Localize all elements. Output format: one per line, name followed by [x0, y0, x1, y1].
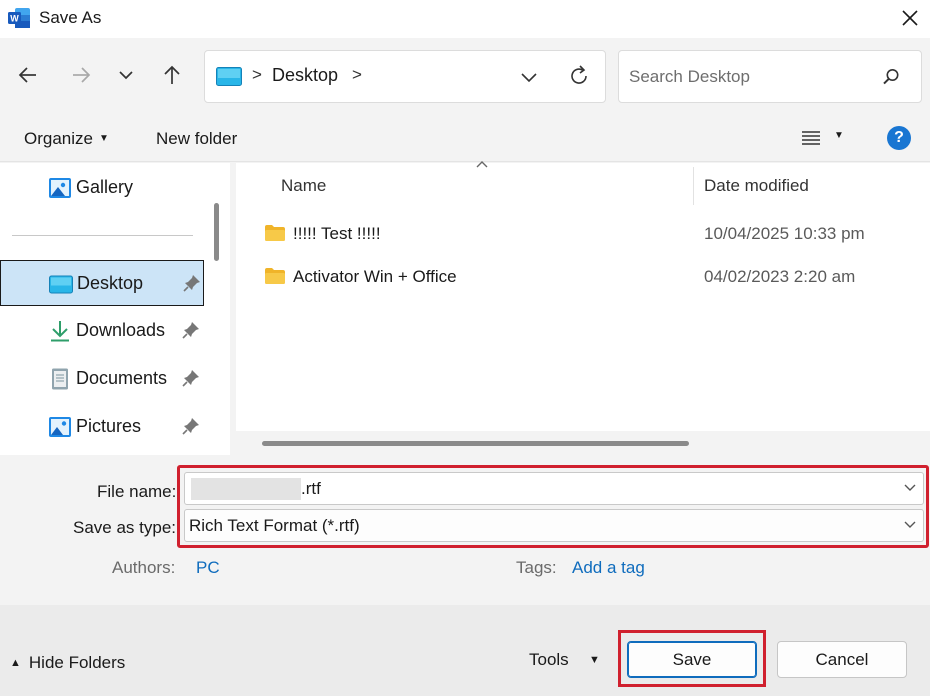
chevron-down-icon[interactable] — [903, 520, 917, 530]
sidebar-item-label: Pictures — [76, 416, 142, 436]
caret-up-icon: ▲ — [10, 657, 21, 669]
refresh-icon[interactable] — [567, 63, 591, 89]
authors-label: Authors: — [112, 558, 176, 577]
address-bar[interactable]: > Desktop > — [204, 50, 606, 103]
breadcrumb-desktop[interactable]: Desktop — [272, 65, 338, 86]
sidebar-divider — [12, 235, 193, 236]
search-input[interactable] — [629, 63, 879, 91]
navigation-bar: > Desktop > — [0, 38, 930, 114]
sidebar-item-desktop[interactable]: Desktop — [0, 260, 204, 306]
desktop-icon — [216, 67, 242, 86]
tools-button[interactable]: Tools — [529, 650, 569, 670]
cancel-button[interactable]: Cancel — [777, 641, 907, 678]
download-icon — [51, 321, 69, 342]
pin-icon[interactable] — [182, 321, 200, 339]
sidebar-item-label: Desktop — [77, 273, 144, 293]
tools-caret-icon[interactable]: ▼ — [589, 654, 600, 666]
documents-icon — [52, 368, 68, 390]
file-name: !!!!! Test !!!!! — [293, 224, 381, 243]
pin-icon[interactable] — [182, 369, 200, 387]
chevron-down-icon — [119, 71, 133, 80]
organize-label: Organize — [24, 129, 93, 148]
horizontal-scrollbar[interactable] — [236, 431, 930, 455]
sidebar-item-downloads[interactable]: Downloads — [0, 308, 204, 354]
organize-button[interactable]: Organize ▼ — [24, 129, 109, 149]
save-as-type-select[interactable]: Rich Text Format (*.rtf) — [184, 509, 924, 542]
command-bar: Organize ▼ New folder ▼ ? — [0, 114, 930, 162]
file-name: Activator Win + Office — [293, 267, 457, 286]
column-header-name[interactable]: Name — [281, 176, 326, 196]
file-row[interactable]: !!!!! Test !!!!! 10/04/2025 10:33 pm — [258, 215, 918, 255]
up-button[interactable] — [157, 60, 187, 90]
help-button[interactable]: ? — [887, 126, 911, 150]
caret-down-icon: ▼ — [98, 133, 109, 144]
sidebar-scrollbar[interactable] — [214, 203, 219, 261]
redacted-file-name — [191, 478, 301, 500]
file-date-modified: 10/04/2025 10:33 pm — [704, 224, 865, 243]
column-divider[interactable] — [693, 167, 694, 205]
tags-input[interactable]: Add a tag — [572, 558, 645, 578]
breadcrumb-separator-trailing[interactable]: > — [352, 65, 362, 85]
arrow-right-icon — [73, 67, 91, 83]
folder-icon — [265, 268, 285, 284]
hide-folders-button[interactable]: ▲ Hide Folders — [10, 653, 125, 673]
forward-button[interactable] — [66, 60, 96, 90]
column-header-date-modified[interactable]: Date modified — [704, 176, 809, 196]
title-bar: W Save As — [0, 0, 930, 38]
view-options-caret-icon[interactable]: ▼ — [834, 130, 844, 141]
sidebar-item-label: Downloads — [76, 320, 166, 340]
arrow-up-icon — [164, 65, 180, 84]
file-date-modified: 04/02/2023 2:20 am — [704, 267, 856, 286]
sidebar-item-pictures[interactable]: Pictures — [0, 404, 204, 450]
save-button[interactable]: Save — [627, 641, 757, 678]
search-icon[interactable] — [881, 67, 901, 87]
sidebar-item-label: Gallery — [76, 177, 134, 197]
back-button[interactable] — [13, 60, 43, 90]
dialog-footer: ▲ Hide Folders Tools ▼ Save Cancel — [0, 605, 930, 696]
search-box[interactable] — [618, 50, 922, 103]
folder-icon — [265, 225, 285, 241]
sort-ascending-icon — [476, 161, 488, 168]
pin-icon[interactable] — [182, 417, 200, 435]
close-icon[interactable] — [896, 4, 924, 32]
navigation-pane: Gallery Desktop Downloads Documents Pict… — [0, 163, 230, 455]
new-folder-button[interactable]: New folder — [156, 129, 237, 149]
recent-locations-button[interactable] — [111, 60, 141, 90]
file-name-extension: .rtf — [301, 479, 321, 498]
file-name-field[interactable]: .rtf — [184, 472, 924, 505]
list-view-icon[interactable] — [800, 128, 822, 148]
gallery-icon — [49, 178, 71, 198]
horizontal-scrollbar-thumb[interactable] — [262, 441, 689, 446]
window-title: Save As — [39, 8, 102, 27]
save-as-type-label: Save as type: — [73, 518, 177, 537]
chevron-down-icon[interactable] — [903, 483, 917, 493]
chevron-down-icon[interactable] — [517, 65, 541, 89]
sidebar-item-documents[interactable]: Documents — [0, 356, 204, 402]
arrow-left-icon — [18, 67, 36, 83]
sidebar-item-label: Documents — [76, 368, 168, 388]
word-icon: W — [8, 8, 30, 28]
hide-folders-label: Hide Folders — [28, 653, 126, 672]
save-fields: File name: Save as type: .rtf Rich Text … — [0, 455, 930, 605]
tags-label: Tags: — [516, 558, 557, 577]
file-name-label: File name: — [97, 482, 177, 501]
authors-value[interactable]: PC — [196, 558, 220, 578]
desktop-icon — [49, 275, 73, 294]
sidebar-item-gallery[interactable]: Gallery — [0, 165, 204, 211]
pin-icon[interactable] — [183, 274, 201, 292]
file-row[interactable]: Activator Win + Office 04/02/2023 2:20 a… — [258, 258, 918, 298]
file-list: Name Date modified !!!!! Test !!!!! 10/0… — [236, 161, 930, 455]
svg-text:W: W — [10, 14, 19, 24]
pictures-icon — [49, 417, 71, 437]
save-as-type-value: Rich Text Format (*.rtf) — [189, 516, 360, 535]
breadcrumb-separator[interactable]: > — [252, 65, 262, 85]
